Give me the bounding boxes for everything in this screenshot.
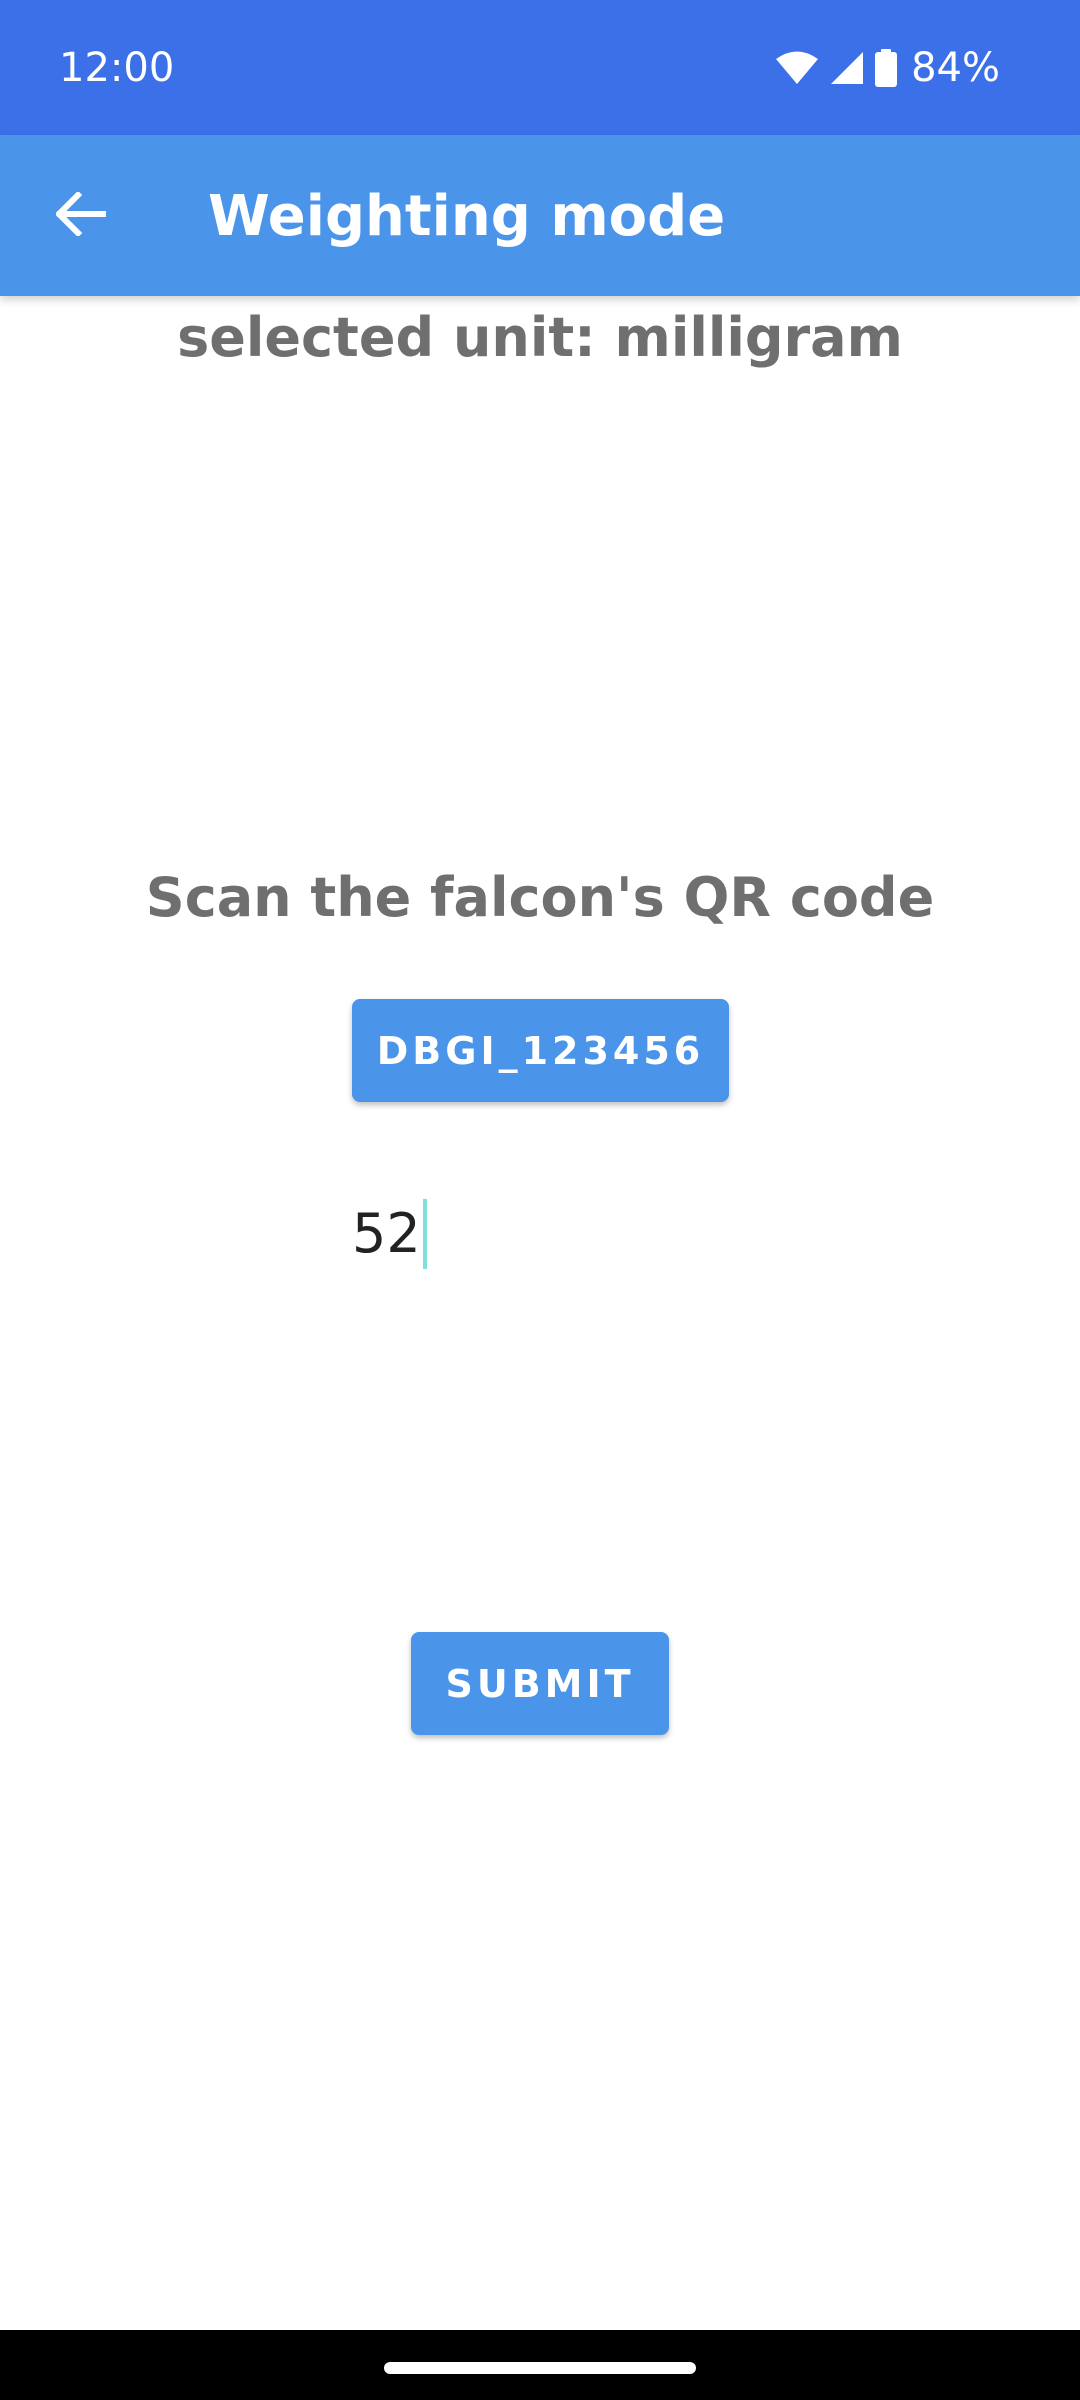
weight-input[interactable]: 52 xyxy=(352,1196,732,1272)
qr-code-button[interactable]: DBGI_123456 xyxy=(352,999,729,1102)
app-bar: Weighting mode xyxy=(0,135,1080,296)
weight-input-value: 52 xyxy=(352,1202,421,1265)
back-button[interactable] xyxy=(40,175,122,257)
text-cursor xyxy=(422,1199,427,1269)
screen: 12:00 84% Weighting mode selected unit: … xyxy=(0,0,1080,2400)
status-time: 12:00 xyxy=(59,45,175,91)
arrow-left-icon xyxy=(54,190,107,241)
submit-button[interactable]: SUBMIT xyxy=(411,1632,669,1735)
cellular-signal-icon xyxy=(829,50,865,86)
selected-unit-label: selected unit: milligram xyxy=(177,306,903,369)
page-title: Weighting mode xyxy=(208,184,726,249)
battery-icon xyxy=(875,49,898,87)
status-bar: 12:00 84% xyxy=(0,0,1080,135)
scan-instruction-label: Scan the falcon's QR code xyxy=(145,866,935,929)
battery-percent: 84% xyxy=(911,45,1000,91)
home-gesture-handle[interactable] xyxy=(384,2362,696,2374)
wifi-icon xyxy=(775,50,819,86)
status-icons: 84% xyxy=(775,44,1000,92)
navigation-bar xyxy=(0,2330,1080,2400)
